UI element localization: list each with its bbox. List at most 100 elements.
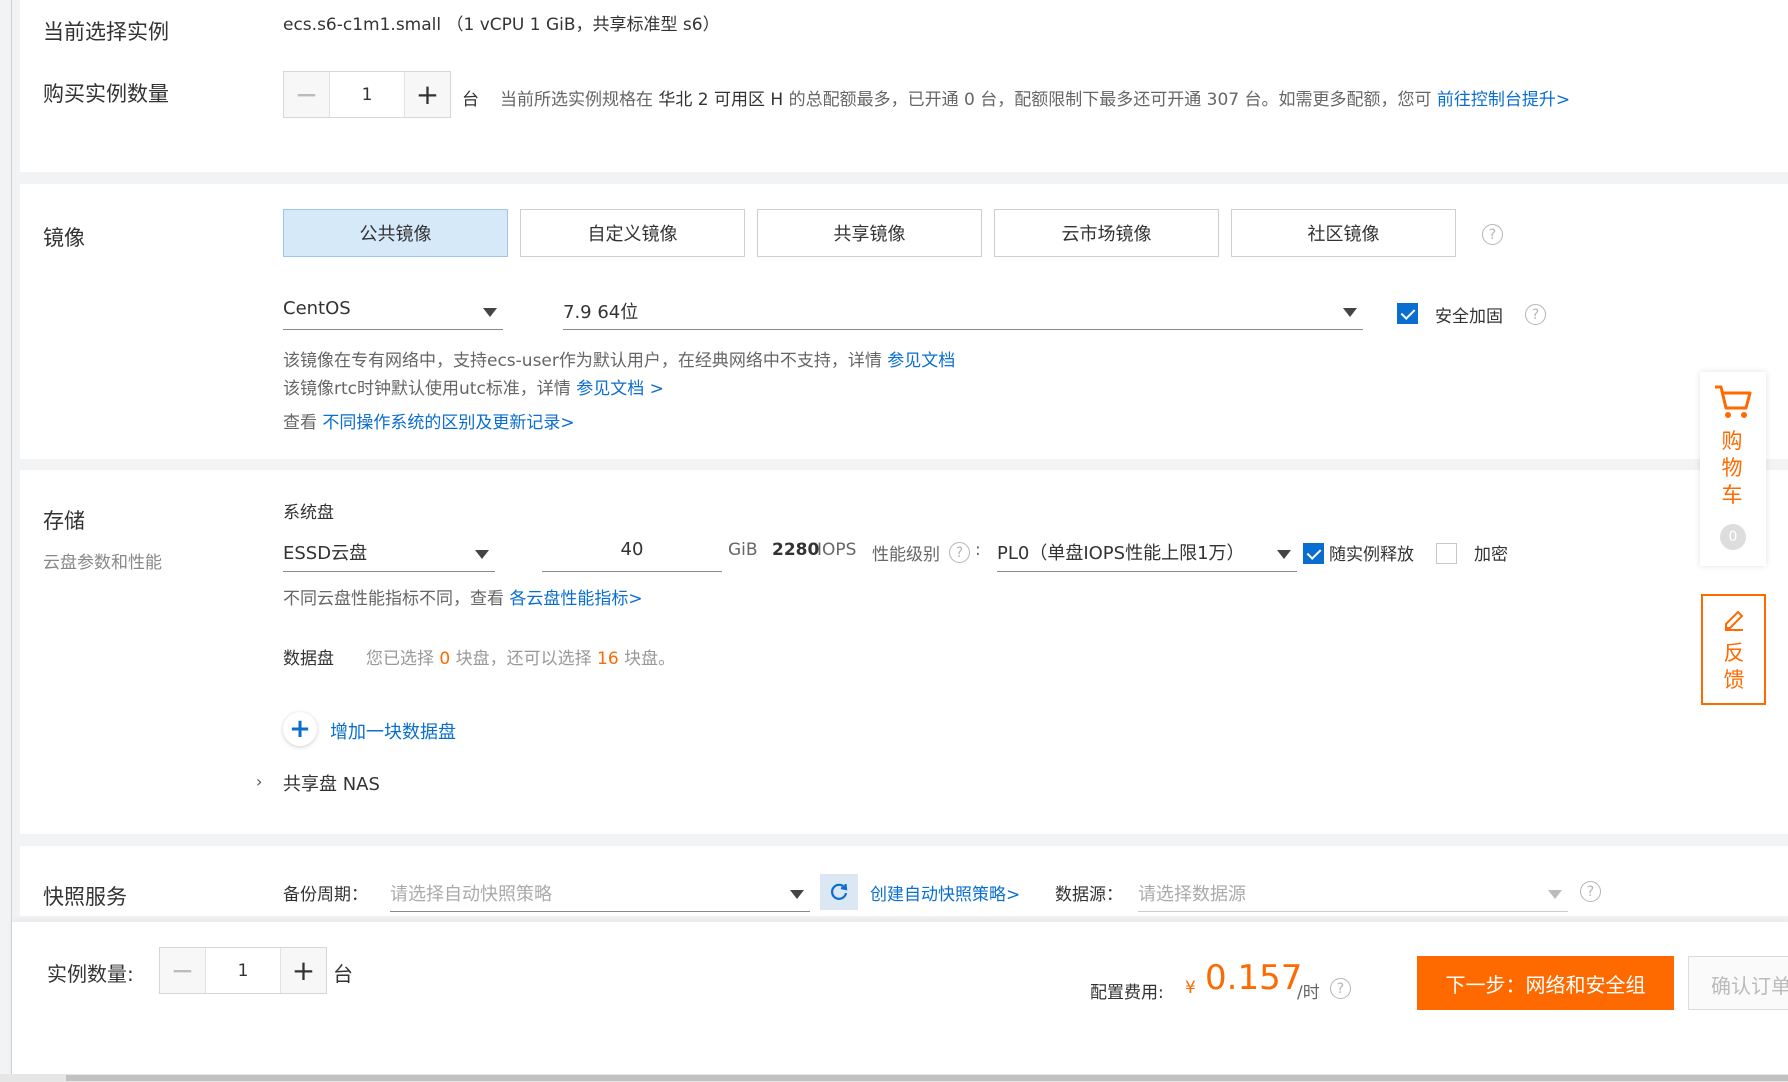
currency-symbol: ¥ — [1185, 978, 1196, 998]
tab-shared-image[interactable]: 共享镜像 — [757, 209, 982, 257]
backup-period-label: 备份周期： — [283, 885, 368, 905]
chevron-right-icon: › — [256, 772, 263, 791]
footer-qty-increment-button[interactable]: + — [281, 948, 326, 993]
confirm-order-button[interactable]: 确认订单 — [1688, 956, 1788, 1010]
disk-perf-note: 不同云盘性能指标不同，查看 各云盘性能指标> — [283, 584, 643, 609]
chevron-down-icon — [1277, 550, 1291, 559]
next-step-button[interactable]: 下一步：网络和安全组 — [1417, 956, 1674, 1010]
left-border — [11, 0, 12, 1074]
image-section-title: 镜像 — [43, 226, 85, 250]
image-panel: 镜像 公共镜像 自定义镜像 共享镜像 云市场镜像 社区镜像 ? CentOS 7… — [20, 184, 1788, 459]
tab-public-image[interactable]: 公共镜像 — [283, 209, 508, 257]
footer-qty-input[interactable]: 1 — [205, 948, 281, 993]
storage-section-title: 存储 — [43, 509, 85, 533]
qty-decrement-button[interactable]: − — [284, 72, 329, 117]
quota-note: 当前所选实例规格在 华北 2 可用区 H 的总配额最多，已开通 0 台，配额限制… — [500, 85, 1570, 110]
chevron-down-icon — [1548, 890, 1562, 899]
purchase-qty-label: 购买实例数量 — [43, 82, 169, 106]
os-select[interactable]: CentOS — [283, 292, 503, 330]
security-hardening-label: 安全加固 — [1435, 307, 1503, 327]
qty-unit: 台 — [462, 90, 479, 110]
backup-period-select[interactable]: 请选择自动快照策略 — [390, 872, 810, 912]
data-source-placeholder: 请选择数据源 — [1138, 884, 1246, 905]
image-note-3-text: 查看 — [283, 413, 317, 433]
nas-label: 共享盘 NAS — [283, 774, 380, 795]
quota-note-mid: 的总配额最多，已开通 0 台，配额限制下最多还可开通 307 台。如需更多配额，… — [788, 90, 1432, 110]
security-help-icon[interactable]: ? — [1525, 304, 1546, 325]
quota-note-pre: 当前所选实例规格在 — [500, 90, 653, 110]
horizontal-scrollbar[interactable] — [0, 1074, 1788, 1082]
data-source-label: 数据源： — [1055, 885, 1123, 905]
image-note-3: 查看 不同操作系统的区别及更新记录> — [283, 408, 575, 433]
cart-widget[interactable]: 购物车 0 — [1700, 372, 1766, 566]
cart-count-badge: 0 — [1720, 524, 1746, 550]
cart-icon — [1715, 385, 1752, 418]
footer-qty-stepper: − 1 + — [159, 947, 327, 994]
price-unit: /时 — [1297, 983, 1320, 1003]
instance-panel: 当前选择实例 ecs.s6-c1m1.small （1 vCPU 1 GiB，共… — [20, 0, 1788, 172]
image-help-icon[interactable]: ? — [1482, 224, 1503, 245]
refresh-button[interactable] — [820, 874, 858, 910]
security-hardening-checkbox[interactable] — [1397, 303, 1418, 324]
os-diff-link[interactable]: 不同操作系统的区别及更新记录> — [322, 413, 574, 433]
disk-size-value: 40 — [620, 539, 644, 560]
version-select-value: 7.9 64位 — [563, 302, 639, 323]
image-note-1: 该镜像在专有网络中，支持ecs-user作为默认用户，在经典网络中不支持，详情 … — [283, 346, 955, 371]
qty-increment-button[interactable]: + — [405, 72, 450, 117]
footer-bar: 实例数量: − 1 + 台 配置费用: ¥ 0.157 /时 ? 下一步：网络和… — [12, 922, 1788, 1074]
data-disk-selected-count: 0 — [439, 649, 451, 669]
data-disk-note: 您已选择 0 块盘，还可以选择 16 块盘。 — [366, 644, 675, 669]
disk-perf-link[interactable]: 各云盘性能指标> — [509, 589, 642, 609]
system-disk-label: 系统盘 — [283, 503, 334, 523]
version-select[interactable]: 7.9 64位 — [563, 292, 1363, 330]
image-note-2-text: 该镜像rtc时钟默认使用utc标准，详情 — [283, 379, 571, 399]
disk-type-value: ESSD云盘 — [283, 543, 368, 564]
perf-colon: : — [975, 540, 981, 560]
data-disk-remaining-count: 16 — [597, 649, 619, 669]
fee-label: 配置费用: — [1090, 983, 1164, 1003]
disk-size-input[interactable]: 40 — [542, 532, 722, 572]
release-with-instance-checkbox[interactable] — [1303, 543, 1324, 564]
data-disk-note-mid: 块盘，还可以选择 — [455, 649, 592, 669]
pencil-icon — [1725, 610, 1744, 631]
perf-help-icon[interactable]: ? — [949, 542, 970, 563]
data-source-select[interactable]: 请选择数据源 — [1138, 872, 1568, 912]
data-disk-note-post: 块盘。 — [624, 649, 676, 669]
create-snapshot-policy-link[interactable]: 创建自动快照策略> — [870, 880, 1020, 905]
qty-input[interactable]: 1 — [329, 72, 405, 117]
plus-circle-icon: + — [283, 712, 317, 746]
image-doc-link-2[interactable]: 参见文档 > — [576, 379, 664, 399]
perf-level-value: PL0（单盘IOPS性能上限1万） — [997, 543, 1245, 564]
data-source-help-icon[interactable]: ? — [1580, 881, 1601, 902]
purchase-qty-stepper: − 1 + — [283, 71, 451, 118]
disk-perf-note-text: 不同云盘性能指标不同，查看 — [283, 589, 504, 609]
tab-community-image[interactable]: 社区镜像 — [1231, 209, 1456, 257]
footer-qty-unit: 台 — [333, 962, 353, 986]
footer-qty-label: 实例数量: — [47, 962, 134, 986]
tab-marketplace-image[interactable]: 云市场镜像 — [994, 209, 1219, 257]
current-instance-label: 当前选择实例 — [43, 20, 169, 44]
feedback-widget[interactable]: 反馈 — [1701, 594, 1766, 705]
scrollbar-thumb[interactable] — [66, 1075, 1788, 1081]
perf-level-select[interactable]: PL0（单盘IOPS性能上限1万） — [997, 532, 1297, 572]
os-select-value: CentOS — [283, 298, 351, 319]
iops-value: 2280 — [772, 540, 820, 560]
nas-expand-toggle[interactable]: › 共享盘 NAS — [256, 770, 456, 800]
image-doc-link-1[interactable]: 参见文档 — [887, 351, 955, 371]
encrypt-checkbox[interactable] — [1436, 543, 1457, 564]
quota-increase-link[interactable]: 前往控制台提升> — [1437, 90, 1570, 110]
data-disk-note-pre: 您已选择 — [366, 649, 434, 669]
chevron-down-icon — [483, 308, 497, 317]
current-instance-value: ecs.s6-c1m1.small （1 vCPU 1 GiB，共享标准型 s6… — [283, 15, 720, 35]
chevron-down-icon — [1343, 308, 1357, 317]
chevron-down-icon — [790, 890, 804, 899]
add-data-disk-button[interactable]: + 增加一块数据盘 — [283, 710, 483, 750]
tab-custom-image[interactable]: 自定义镜像 — [520, 209, 745, 257]
backup-period-placeholder: 请选择自动快照策略 — [390, 884, 552, 905]
disk-type-select[interactable]: ESSD云盘 — [283, 532, 495, 572]
image-note-1-text: 该镜像在专有网络中，支持ecs-user作为默认用户，在经典网络中不支持，详情 — [283, 351, 882, 371]
storage-subtitle: 云盘参数和性能 — [43, 553, 162, 573]
snapshot-panel: 快照服务 备份周期： 请选择自动快照策略 创建自动快照策略> 数据源： 请选择数… — [20, 846, 1788, 916]
footer-qty-decrement-button[interactable]: − — [160, 948, 205, 993]
price-help-icon[interactable]: ? — [1330, 978, 1351, 999]
